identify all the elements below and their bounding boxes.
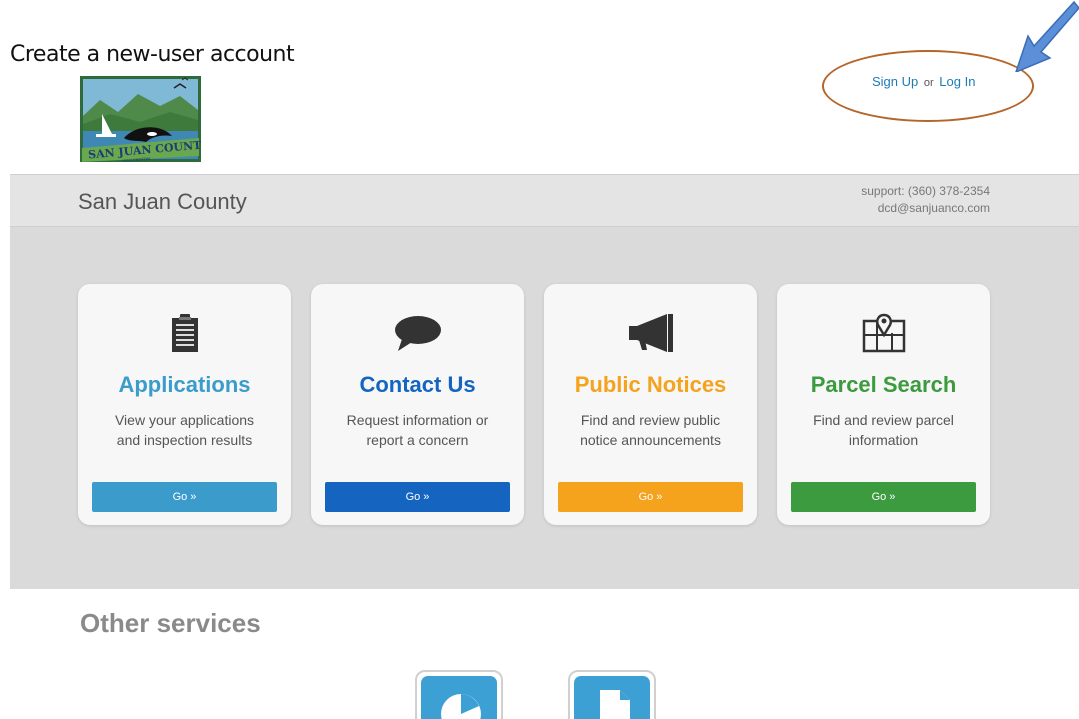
card-parcel-search[interactable]: Parcel Search Find and review parcel inf…	[777, 284, 990, 525]
services-band: Applications View your applications and …	[10, 227, 1079, 589]
card-desc-line: and inspection results	[116, 432, 253, 448]
service-tile-documents[interactable]	[568, 670, 656, 719]
card-title: Parcel Search	[810, 372, 957, 397]
card-desc-line: information	[848, 432, 919, 448]
annotation-caption: Create a new-user account	[10, 42, 295, 67]
card-desc-line: View your applications	[114, 412, 255, 428]
document-icon	[574, 676, 650, 719]
login-link[interactable]: Log In	[939, 74, 975, 89]
site-title[interactable]: San Juan County	[78, 189, 247, 215]
applications-go-button[interactable]: Go »	[92, 482, 277, 512]
card-desc-line: Request information or	[346, 412, 489, 428]
card-desc-line: Find and review parcel	[813, 412, 954, 428]
county-logo[interactable]: SAN JUAN COUNTY WASHINGTON	[80, 76, 210, 164]
service-tile-reports[interactable]	[415, 670, 503, 719]
pie-chart-icon	[421, 676, 497, 719]
site-header: San Juan County support: (360) 378-2354 …	[10, 174, 1079, 227]
card-description: Request information or report a concern	[321, 410, 514, 450]
megaphone-icon	[544, 308, 757, 358]
speech-bubble-icon	[311, 308, 524, 358]
signup-link[interactable]: Sign Up	[872, 74, 918, 89]
card-description: Find and review public notice announceme…	[554, 410, 747, 450]
other-services-heading: Other services	[80, 608, 261, 638]
clipboard-icon	[78, 308, 291, 358]
card-description: View your applications and inspection re…	[88, 410, 281, 450]
map-pin-icon	[777, 308, 990, 358]
support-email[interactable]: dcd@sanjuanco.com	[861, 200, 990, 217]
card-desc-line: report a concern	[366, 432, 469, 448]
card-contact-us[interactable]: Contact Us Request information or report…	[311, 284, 524, 525]
card-applications[interactable]: Applications View your applications and …	[78, 284, 291, 525]
public-notices-go-button[interactable]: Go »	[558, 482, 743, 512]
annotation-arrow-icon	[1015, 0, 1079, 72]
card-description: Find and review parcel information	[787, 410, 980, 450]
card-desc-line: Find and review public	[580, 412, 721, 428]
support-contact: support: (360) 378-2354 dcd@sanjuanco.co…	[861, 183, 990, 217]
card-title: Public Notices	[574, 372, 727, 397]
support-phone: support: (360) 378-2354	[861, 184, 990, 198]
auth-links: Sign Up or Log In	[872, 74, 975, 89]
card-desc-line: notice announcements	[580, 432, 721, 448]
parcel-search-go-button[interactable]: Go »	[791, 482, 976, 512]
card-public-notices[interactable]: Public Notices Find and review public no…	[544, 284, 757, 525]
or-text: or	[923, 77, 934, 89]
auth-links-area: Sign Up or Log In	[822, 50, 1034, 122]
card-title: Contact Us	[359, 372, 476, 397]
contact-us-go-button[interactable]: Go »	[325, 482, 510, 512]
card-title: Applications	[118, 372, 251, 397]
